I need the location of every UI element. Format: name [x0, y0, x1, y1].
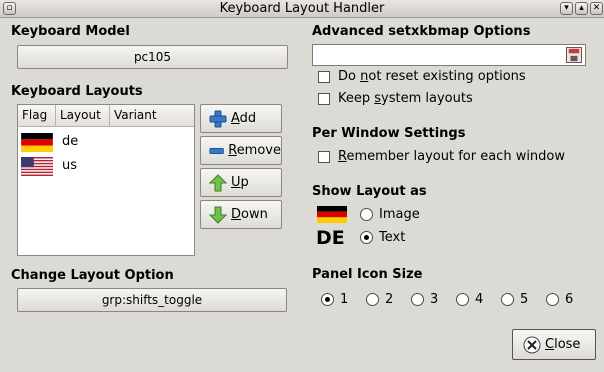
icon-size-radio-5[interactable]: 5 [501, 292, 528, 307]
maximize-icon[interactable]: ▴ [575, 2, 588, 15]
keyboard-model-button[interactable]: pc105 [17, 45, 288, 69]
show-as-image-label: Image [379, 207, 420, 222]
up-label: Up [231, 175, 249, 190]
checkbox-box[interactable] [318, 92, 330, 105]
icon-size-radio-4[interactable]: 4 [456, 292, 483, 307]
layouts-list[interactable]: Flag Layout Variant de us [17, 104, 195, 256]
icon-size-radio-6[interactable]: 6 [546, 292, 573, 307]
do-not-reset-checkbox[interactable]: Do not reset existing options [318, 69, 526, 84]
minimize-icon[interactable]: ▾ [560, 2, 573, 15]
column-header-layout[interactable]: Layout [56, 105, 110, 127]
radio-button[interactable] [546, 293, 559, 306]
up-button[interactable]: Up [200, 168, 282, 197]
add-label: Add [231, 111, 257, 126]
icon-size-radio-2[interactable]: 2 [366, 292, 393, 307]
window-title: Keyboard Layout Handler [219, 1, 385, 16]
list-item[interactable]: de [18, 130, 194, 154]
icon-size-label: 4 [475, 292, 484, 307]
down-label: Down [231, 207, 268, 222]
change-layout-option-button[interactable]: grp:shifts_toggle [17, 288, 287, 312]
show-as-text-label: Text [379, 230, 406, 245]
checkbox-box[interactable] [318, 70, 330, 83]
column-header-flag[interactable]: Flag [18, 105, 56, 127]
advanced-options-heading: Advanced setxkbmap Options [312, 24, 531, 39]
germany-flag-preview-icon [317, 206, 347, 223]
show-as-text-radio[interactable]: Text [360, 230, 405, 245]
change-layout-option-value: grp:shifts_toggle [101, 293, 203, 307]
keep-system-layouts-label: Keep system layouts [338, 91, 473, 106]
list-item[interactable]: us [18, 154, 194, 178]
icon-size-radio-3[interactable]: 3 [411, 292, 438, 307]
column-header-variant[interactable]: Variant [110, 105, 194, 127]
down-button[interactable]: Down [200, 200, 282, 229]
show-as-image-radio[interactable]: Image [360, 207, 420, 222]
plus-icon [209, 110, 227, 127]
keep-system-layouts-checkbox[interactable]: Keep system layouts [318, 91, 473, 106]
text-preview: DE [316, 227, 345, 249]
do-not-reset-label: Do not reset existing options [338, 69, 526, 84]
icon-size-label: 3 [430, 292, 439, 307]
keyboard-layouts-heading: Keyboard Layouts [11, 84, 143, 99]
keyboard-model-value: pc105 [133, 50, 172, 64]
arrow-down-icon [209, 206, 227, 224]
add-button[interactable]: Add [200, 104, 282, 133]
remove-button[interactable]: Remove [200, 136, 282, 165]
remember-layout-label: Remember layout for each window [338, 149, 566, 164]
icon-size-label: 2 [385, 292, 394, 307]
remember-layout-checkbox[interactable]: Remember layout for each window [318, 149, 565, 164]
setxkbmap-options-input[interactable] [312, 44, 586, 66]
radio-button[interactable] [411, 293, 424, 306]
remove-label: Remove [228, 143, 281, 158]
radio-button[interactable] [360, 231, 373, 244]
icon-size-radio-1[interactable]: 1 [321, 292, 348, 307]
minus-icon [209, 147, 224, 154]
show-layout-heading: Show Layout as [312, 184, 427, 199]
radio-button[interactable] [366, 293, 379, 306]
radio-button[interactable] [501, 293, 514, 306]
layout-code: us [62, 158, 78, 173]
save-icon[interactable] [566, 47, 582, 63]
usa-flag-icon [21, 157, 53, 176]
close-icon [523, 336, 541, 353]
icon-size-label: 5 [520, 292, 529, 307]
radio-button[interactable] [321, 293, 334, 306]
close-window-icon[interactable]: ✕ [590, 2, 603, 15]
close-button[interactable]: Close [512, 329, 596, 360]
germany-flag-icon [21, 133, 53, 152]
arrow-up-icon [209, 173, 227, 191]
icon-size-label: 1 [340, 292, 349, 307]
per-window-settings-heading: Per Window Settings [312, 126, 466, 141]
checkbox-box[interactable] [318, 150, 330, 163]
change-layout-option-heading: Change Layout Option [11, 268, 174, 283]
title-bar: ▫ Keyboard Layout Handler ▾ ▴ ✕ [0, 0, 604, 18]
layout-code: de [62, 134, 79, 149]
close-label: Close [545, 337, 581, 352]
keyboard-model-heading: Keyboard Model [11, 24, 130, 39]
radio-button[interactable] [360, 208, 373, 221]
panel-icon-size-heading: Panel Icon Size [312, 267, 423, 282]
radio-button[interactable] [456, 293, 469, 306]
icon-size-label: 6 [565, 292, 574, 307]
